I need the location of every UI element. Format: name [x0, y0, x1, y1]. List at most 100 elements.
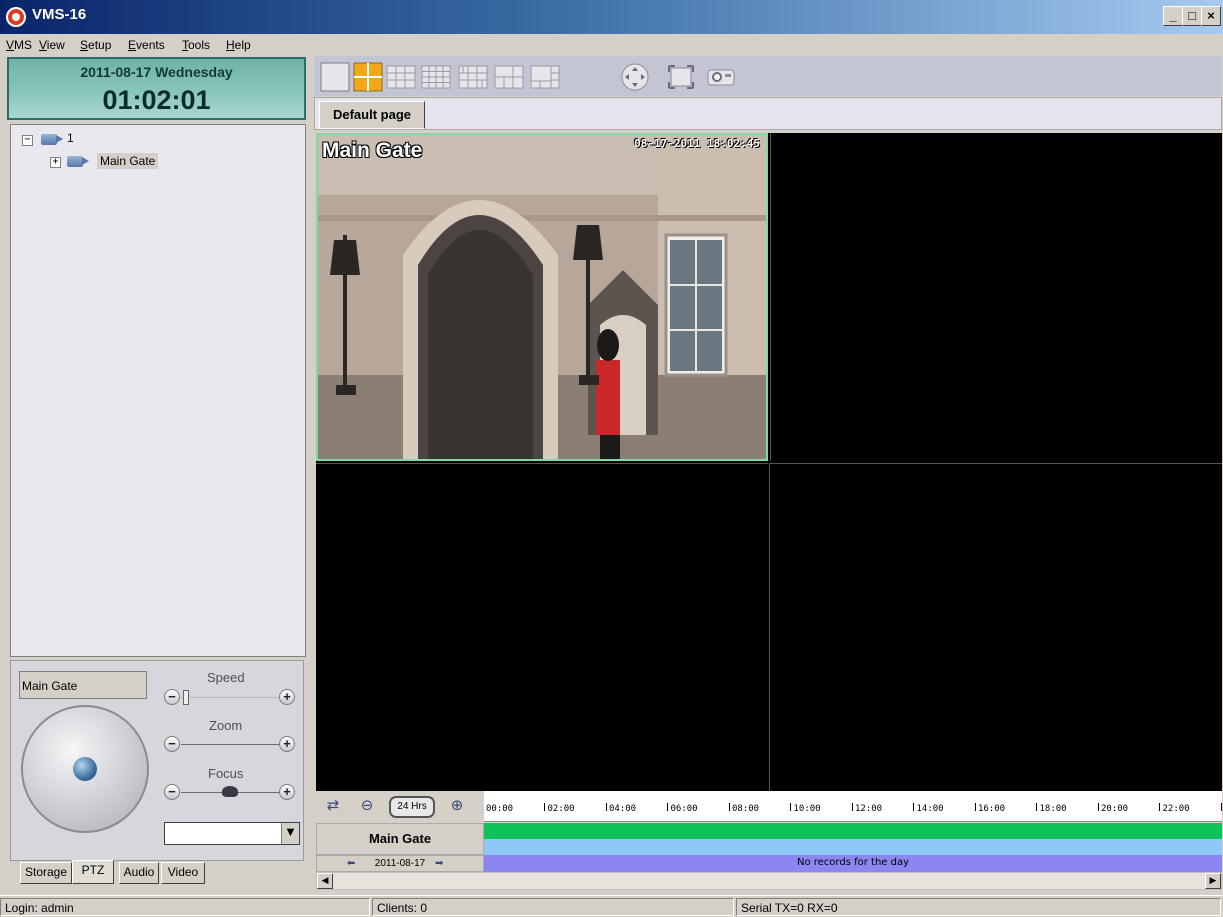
- close-button[interactable]: ×: [1201, 6, 1221, 26]
- tab-storage[interactable]: Storage: [20, 862, 72, 884]
- clock-panel: 2011-08-17 Wednesday 01:02:01: [7, 57, 306, 120]
- status-bar: Login: admin Clients: 0 Serial TX=0 RX=0: [0, 895, 1223, 917]
- zoom-plus-button[interactable]: +: [279, 736, 295, 752]
- layout-toolbar: [314, 56, 1222, 96]
- video-grid: Main Gate 08-17-2011 18:02:45: [316, 133, 1222, 791]
- scroll-right-icon[interactable]: ▶: [1205, 873, 1221, 889]
- timeline-hour-label: 08:00: [732, 804, 760, 814]
- video-cell-1[interactable]: Main Gate 08-17-2011 18:02:45: [316, 133, 768, 461]
- timeline-hour-label: 12:00: [855, 804, 883, 814]
- tree-expand-icon[interactable]: +: [50, 157, 61, 168]
- timeline-range-button[interactable]: 24 Hrs: [389, 796, 435, 818]
- focus-car-icon: [222, 786, 238, 797]
- ptz-panel: Main Gate Speed − + Zoom − + Focus − + ▼: [10, 660, 304, 861]
- speed-slider-track: [181, 697, 281, 698]
- timeline-tick: [605, 803, 607, 811]
- menu-tools[interactable]: Tools: [182, 38, 210, 52]
- timeline-hour-label: 18:00: [1039, 804, 1067, 814]
- timeline-ruler[interactable]: 00:00 02:00 04:00 06:00 08:00 10:00 12:00 14:00…: [484, 791, 1222, 822]
- timeline-tick: [728, 803, 730, 811]
- tree-root-label[interactable]: 1: [67, 131, 74, 145]
- timeline-scrollbar[interactable]: ◀ ▶: [316, 872, 1222, 890]
- focus-minus-button[interactable]: −: [164, 784, 180, 800]
- speed-minus-button[interactable]: −: [164, 689, 180, 705]
- playback-timeline: ⇄ ⊖ 24 Hrs ⊕ 00:00 02:00 04:00 06:00 08:00 10…: [316, 791, 1222, 872]
- left-panel-tabs: Storage PTZ Audio Video: [2, 860, 306, 886]
- tree-camera-label[interactable]: Main Gate: [97, 153, 159, 169]
- timeline-tick: [1159, 803, 1160, 811]
- page-tab-bar: Default page: [314, 97, 1222, 130]
- tab-audio[interactable]: Audio: [119, 862, 159, 884]
- focus-plus-button[interactable]: +: [279, 784, 295, 800]
- ptz-camera-field: Main Gate: [19, 671, 147, 699]
- tab-video[interactable]: Video: [161, 862, 205, 884]
- speed-plus-button[interactable]: +: [279, 689, 295, 705]
- video-cell-3[interactable]: [316, 463, 768, 791]
- joystick-knob[interactable]: [73, 757, 97, 781]
- menu-bar: VMS View Setup Events Tools Help: [0, 34, 1223, 56]
- chevron-down-icon[interactable]: ▼: [281, 823, 299, 844]
- six-view-icon[interactable]: [494, 62, 524, 92]
- timeline-hour-label: 00:00: [486, 804, 514, 814]
- motion-track[interactable]: [484, 839, 1222, 855]
- timeline-date-nav: ⬅ 2011-08-17 ➡: [316, 855, 484, 872]
- menu-vms[interactable]: VMS: [6, 38, 32, 52]
- timeline-tick: [1097, 803, 1099, 811]
- menu-help[interactable]: Help: [226, 38, 251, 52]
- timeline-hour-label: 06:00: [670, 804, 698, 814]
- tab-ptz[interactable]: PTZ: [72, 860, 114, 884]
- eight-view-icon[interactable]: [530, 62, 560, 92]
- multi-view-icon[interactable]: [458, 62, 488, 92]
- speed-label: Speed: [207, 670, 245, 685]
- timeline-tick: [1220, 803, 1222, 811]
- single-view-icon[interactable]: [320, 62, 350, 92]
- timeline-hour-label: 10:00: [793, 804, 821, 814]
- next-day-icon[interactable]: ➡: [435, 856, 443, 871]
- timeline-hour-label: 16:00: [978, 804, 1006, 814]
- video-cell-4[interactable]: [769, 463, 1222, 791]
- fullscreen-icon[interactable]: [666, 62, 696, 92]
- zoom-minus-button[interactable]: −: [164, 736, 180, 752]
- camera-osd-name: Main Gate: [322, 139, 423, 162]
- tab-default-page[interactable]: Default page: [319, 101, 425, 129]
- scroll-left-icon[interactable]: ◀: [317, 873, 333, 889]
- title-bar: VMS-16 _ □ ×: [0, 0, 1223, 34]
- vms-window: VMS-16 _ □ × VMS View Setup Events Tools…: [0, 0, 1223, 917]
- zoom-label: Zoom: [209, 718, 243, 733]
- minimize-button[interactable]: _: [1163, 6, 1183, 26]
- timeline-hour-label: 22:00: [1162, 804, 1190, 814]
- menu-view[interactable]: View: [39, 38, 65, 52]
- camera-osd-timestamp: 08-17-2011 18:02:45: [634, 137, 760, 150]
- timeline-camera-label: Main Gate: [316, 823, 484, 855]
- tree-collapse-icon[interactable]: −: [22, 135, 33, 146]
- menu-setup[interactable]: Setup: [80, 38, 111, 52]
- menu-events[interactable]: Events: [128, 38, 165, 52]
- ptz-joystick[interactable]: [21, 705, 149, 833]
- timeline-hour-label: 14:00: [916, 804, 944, 814]
- prev-day-icon[interactable]: ⬅: [347, 856, 355, 871]
- timeline-date: 2011-08-17: [374, 858, 426, 869]
- clock-time: 01:02:01: [102, 85, 211, 115]
- no-records-track[interactable]: No records for the day: [484, 855, 1222, 872]
- quad-view-icon[interactable]: [353, 62, 383, 92]
- zoom-in-icon[interactable]: ⊕: [446, 795, 468, 817]
- timeline-toolbar: ⇄ ⊖ 24 Hrs ⊕: [316, 791, 484, 822]
- status-serial: Serial TX=0 RX=0: [736, 898, 1221, 916]
- sixteen-view-icon[interactable]: [421, 62, 451, 92]
- video-cell-2[interactable]: [770, 133, 1222, 461]
- ptz-navigation-icon[interactable]: [620, 62, 650, 92]
- speed-slider-thumb[interactable]: [183, 690, 189, 705]
- status-clients: Clients: 0: [372, 898, 734, 916]
- focus-label: Focus: [208, 766, 244, 781]
- snapshot-icon[interactable]: [706, 62, 736, 92]
- timeline-tick: [790, 803, 791, 811]
- nine-view-icon[interactable]: [386, 62, 416, 92]
- device-tree: − 1 + Main Gate: [10, 124, 306, 657]
- timeline-tick: [974, 803, 976, 811]
- refresh-icon[interactable]: ⇄: [322, 795, 344, 817]
- timeline-tick: [544, 803, 545, 811]
- record-track[interactable]: [484, 823, 1222, 839]
- zoom-out-icon[interactable]: ⊖: [356, 795, 378, 817]
- ptz-preset-dropdown[interactable]: ▼: [164, 822, 300, 845]
- maximize-button[interactable]: □: [1182, 6, 1202, 26]
